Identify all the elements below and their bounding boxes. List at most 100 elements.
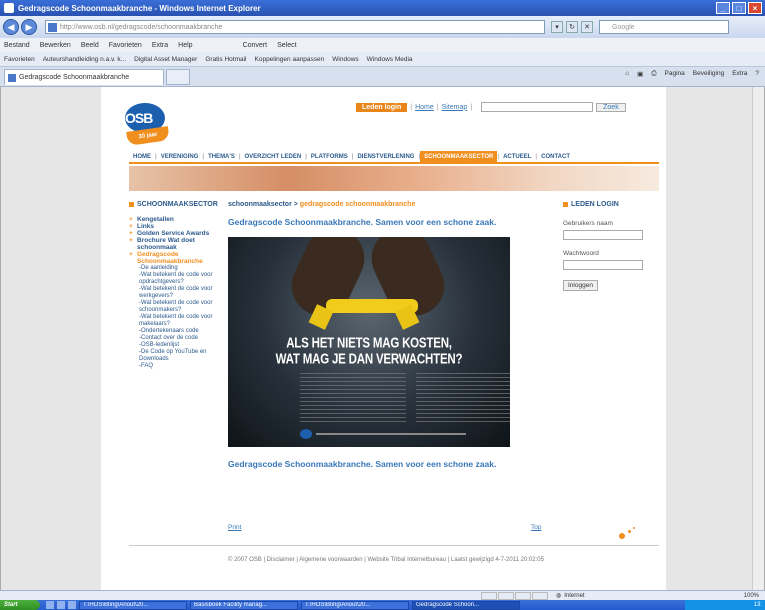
favorite-link[interactable]: Windows Media bbox=[367, 56, 413, 63]
logo-text: OSB bbox=[125, 110, 153, 126]
browser-tab[interactable]: Gedragscode Schoonmaakbranche bbox=[4, 68, 164, 85]
taskbar-item[interactable]: Basisboek Facility manag... bbox=[190, 600, 298, 610]
sidebar-item-links[interactable]: Links bbox=[129, 223, 219, 230]
nav-overzicht-leden[interactable]: OVERZICHT LEDEN bbox=[241, 151, 306, 163]
sidebar-item-kengetallen[interactable]: Kengetallen bbox=[129, 216, 219, 223]
osb-logo-icon bbox=[300, 429, 312, 439]
sidebar-subitem[interactable]: -FAQ bbox=[129, 363, 219, 370]
new-tab-button[interactable] bbox=[166, 68, 190, 85]
nav-actueel[interactable]: ACTUEEL bbox=[499, 151, 535, 163]
footer-divider bbox=[129, 545, 659, 546]
nav-platforms[interactable]: PLATFORMS bbox=[307, 151, 352, 163]
poster-headline: ALS HET NIETS MAG KOSTEN, WAT MAG JE DAN… bbox=[228, 336, 510, 369]
address-toolbar: ◀ ▶ http://www.osb.nl/gedragscode/schoon… bbox=[0, 16, 765, 38]
sidebar-subitem[interactable]: -De aanleiding bbox=[129, 265, 219, 272]
help-icon[interactable]: ? bbox=[755, 70, 759, 78]
convert-button[interactable]: Convert bbox=[243, 42, 268, 49]
inloggen-button[interactable]: Inloggen bbox=[563, 280, 598, 291]
menu-item[interactable]: Help bbox=[178, 42, 192, 49]
favorite-link[interactable]: Auteurshandleiding n.a.v. k... bbox=[43, 56, 126, 63]
browser-viewport: OSB 30 jaar Leden login | Home | Sitemap… bbox=[0, 87, 765, 590]
search-input[interactable]: Google bbox=[599, 20, 729, 34]
nav-themas[interactable]: THEMA'S bbox=[204, 151, 239, 163]
close-button[interactable]: × bbox=[748, 2, 762, 14]
feeds-icon[interactable]: ▣ bbox=[637, 70, 643, 78]
poster-headline-line-1: ALS HET NIETS MAG KOSTEN, bbox=[286, 336, 452, 351]
poster-headline-line-2: WAT MAG JE DAN VERWACHTEN? bbox=[275, 352, 463, 368]
favorites-bar: Favorieten Auteurshandleiding n.a.v. k..… bbox=[0, 52, 765, 67]
menu-item[interactable]: Bestand bbox=[4, 42, 30, 49]
password-field[interactable] bbox=[563, 260, 643, 270]
status-bar: ◍ Internet 100% bbox=[0, 590, 765, 600]
tab-label: Gedragscode Schoonmaakbranche bbox=[19, 73, 130, 81]
header-banner-image bbox=[129, 166, 659, 191]
zoom-level[interactable]: 100% bbox=[744, 593, 759, 599]
page-menu[interactable]: Pagina bbox=[665, 70, 685, 78]
breadcrumb-current: gedragscode schoonmaakbranche bbox=[299, 201, 416, 208]
home-icon[interactable]: ⌂ bbox=[625, 70, 629, 78]
tools-menu[interactable]: Extra bbox=[732, 70, 747, 78]
username-field[interactable] bbox=[563, 230, 643, 240]
address-text: http://www.osb.nl/gedragscode/schoonmaak… bbox=[60, 23, 223, 31]
sitemap-link[interactable]: Sitemap bbox=[442, 104, 468, 111]
quick-launch-icon[interactable] bbox=[68, 601, 76, 609]
top-link[interactable]: Top bbox=[531, 524, 541, 531]
minimize-button[interactable]: _ bbox=[716, 2, 730, 14]
nav-contact[interactable]: CONTACT bbox=[537, 151, 574, 163]
nav-schoonmaaksector[interactable]: SCHOONMAAKSECTOR bbox=[420, 151, 498, 163]
sidebar-item-golden-service-awards[interactable]: Golden Service Awards bbox=[129, 230, 219, 237]
osb-logo[interactable]: OSB 30 jaar bbox=[119, 103, 191, 153]
bullet-icon bbox=[129, 202, 134, 207]
page-subtitle: Gedragscode Schoonmaakbranche. Samen voo… bbox=[228, 459, 497, 469]
globe-icon: ◍ bbox=[556, 593, 562, 599]
sidebar-subitem[interactable]: -Wat betekent de code voor opdrachtgever… bbox=[129, 272, 219, 286]
sidebar-item-brochure[interactable]: Brochure Wat doet schoonmaak bbox=[129, 237, 219, 251]
maximize-button[interactable]: □ bbox=[732, 2, 746, 14]
favorite-link[interactable]: Digital Asset Manager bbox=[134, 56, 197, 63]
stop-icon[interactable]: ✕ bbox=[581, 21, 593, 33]
quick-launch-icon[interactable] bbox=[46, 601, 54, 609]
select-button[interactable]: Select bbox=[277, 42, 296, 49]
back-button[interactable]: ◀ bbox=[3, 19, 19, 35]
print-icon[interactable]: ⎙ bbox=[651, 70, 656, 78]
clock: 13: bbox=[753, 602, 762, 608]
home-link[interactable]: Home bbox=[415, 104, 434, 111]
zoek-button[interactable]: Zoek bbox=[596, 102, 626, 112]
start-button[interactable]: Start bbox=[0, 600, 40, 610]
taskbar-item-active[interactable]: Gedragscode Schoon... bbox=[412, 600, 520, 610]
sidebar-subitem[interactable]: -Wat betekent de code voor makelaars? bbox=[129, 314, 219, 328]
quick-launch-icon[interactable] bbox=[57, 601, 65, 609]
menu-item[interactable]: Favorieten bbox=[109, 42, 142, 49]
sidebar-subitem[interactable]: -Contact over de code bbox=[129, 335, 219, 342]
nav-home[interactable]: HOME bbox=[129, 151, 155, 163]
safety-menu[interactable]: Beveiliging bbox=[693, 70, 724, 78]
favorite-link[interactable]: Windows bbox=[332, 56, 358, 63]
sidebar-subitem[interactable]: -Wat betekent de code voor werkgevers? bbox=[129, 286, 219, 300]
dropdown-icon[interactable]: ▾ bbox=[551, 21, 563, 33]
refresh-icon[interactable]: ↻ bbox=[566, 21, 578, 33]
nav-dienstverlening[interactable]: DIENSTVERLENING bbox=[353, 151, 418, 163]
sidebar-item-gedragscode[interactable]: Gedragscode Schoonmaakbranche bbox=[129, 251, 219, 265]
menu-item[interactable]: Beeld bbox=[81, 42, 99, 49]
vertical-scrollbar[interactable] bbox=[752, 87, 764, 590]
sidebar-subitem[interactable]: -Ondertekenaars code bbox=[129, 328, 219, 335]
site-search-input[interactable] bbox=[481, 102, 594, 112]
menu-item[interactable]: Bewerken bbox=[40, 42, 71, 49]
sidebar-subitem[interactable]: -De Code op YouTube en Downloads bbox=[129, 349, 219, 363]
quick-launch bbox=[46, 601, 76, 609]
favorite-link[interactable]: Gratis Hotmail bbox=[205, 56, 246, 63]
address-field[interactable]: http://www.osb.nl/gedragscode/schoonmaak… bbox=[45, 20, 545, 34]
campaign-poster-image: ALS HET NIETS MAG KOSTEN, WAT MAG JE DAN… bbox=[228, 237, 510, 447]
forward-button[interactable]: ▶ bbox=[21, 19, 37, 35]
taskbar-item[interactable]: T:\HOS\Bting\Anout\20... bbox=[301, 600, 409, 610]
sidebar-subitem[interactable]: -Wat betekent de code voor schoonmakers? bbox=[129, 300, 219, 314]
menu-item[interactable]: Extra bbox=[152, 42, 168, 49]
favorites-button[interactable]: Favorieten bbox=[4, 56, 35, 63]
sidebar-subitem[interactable]: -OSB-ledenlijst bbox=[129, 342, 219, 349]
favorite-link[interactable]: Koppelingen aanpassen bbox=[255, 56, 325, 63]
leden-login-button[interactable]: Leden login bbox=[356, 102, 408, 112]
print-link[interactable]: Print bbox=[228, 524, 241, 531]
breadcrumb-parent[interactable]: schoonmaaksector bbox=[228, 201, 292, 208]
nav-vereniging[interactable]: VERENIGING bbox=[157, 151, 203, 163]
taskbar-item[interactable]: T:\HOS\Bting\Anout\20... bbox=[79, 600, 187, 610]
